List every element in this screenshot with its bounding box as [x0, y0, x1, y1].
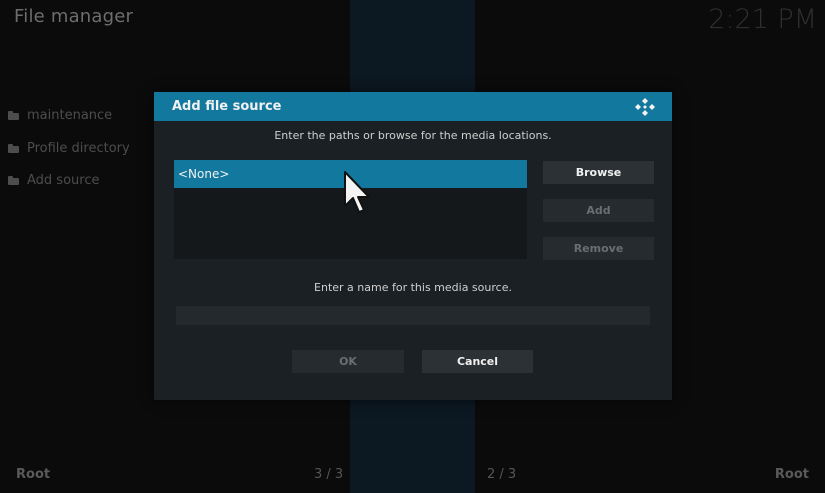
sidebar-item-maintenance[interactable]: maintenance [8, 106, 112, 124]
sidebar-item-add-source[interactable]: Add source [8, 171, 99, 189]
paths-instruction: Enter the paths or browse for the media … [274, 129, 552, 142]
source-name-input[interactable] [176, 306, 650, 325]
mouse-pointer-icon [344, 171, 370, 213]
kodi-screen: File manager 2:21 PM maintenance Profile… [0, 0, 825, 493]
dialog-title: Add file source [172, 99, 282, 114]
app-title: File manager [14, 6, 134, 27]
footer-left-count: 3 / 3 [314, 467, 344, 482]
add-source-dialog: Add file source Enter the paths or brows… [154, 92, 672, 400]
dialog-header: Add file source [154, 92, 672, 121]
sidebar-item-label: maintenance [27, 107, 113, 123]
sidebar-item-label: Profile directory [27, 140, 130, 156]
footer-right-label: Root [774, 467, 809, 482]
kodi-logo-icon [635, 98, 655, 116]
cancel-button[interactable]: Cancel [422, 350, 533, 373]
remove-button[interactable]: Remove [543, 237, 654, 260]
folder-icon [8, 175, 19, 185]
sidebar-item-label: Add source [27, 172, 100, 188]
name-instruction: Enter a name for this media source. [314, 281, 512, 294]
sidebar-item-profile-directory[interactable]: Profile directory [8, 139, 130, 157]
folder-icon [8, 143, 19, 153]
ok-button[interactable]: OK [292, 350, 404, 373]
folder-icon [8, 110, 19, 120]
browse-button[interactable]: Browse [543, 161, 654, 184]
footer-right-count: 2 / 3 [487, 467, 517, 482]
clock: 2:21 PM [708, 4, 817, 35]
add-button[interactable]: Add [543, 199, 654, 222]
footer-left-label: Root [16, 467, 51, 482]
